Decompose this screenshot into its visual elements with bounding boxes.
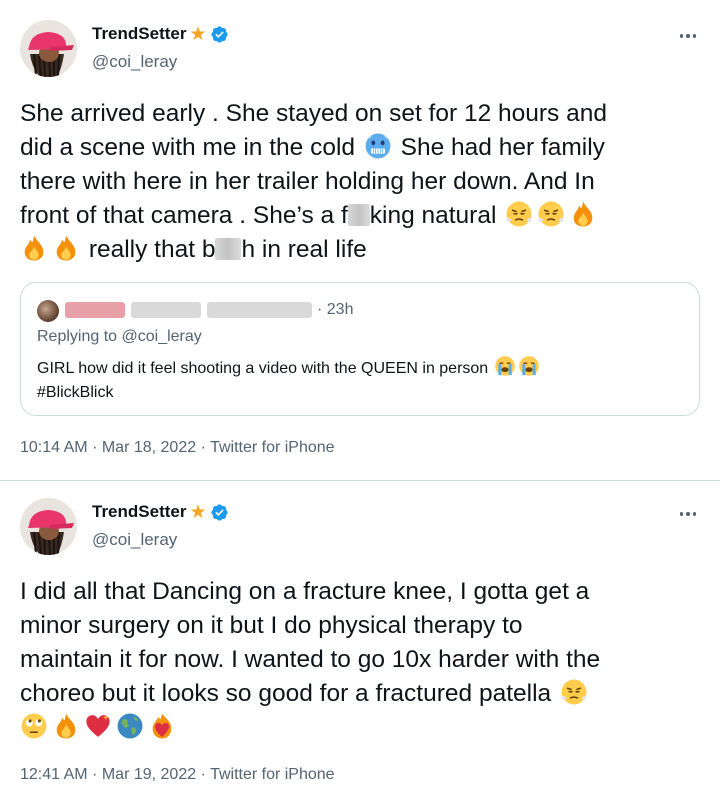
rolling-eyes-emoji-icon xyxy=(20,712,48,740)
text-line: I did all that Dancing on a fracture kne… xyxy=(20,578,590,605)
quoted-author-blurred xyxy=(65,299,315,321)
text-line: maintain it for now. I wanted to go 10x … xyxy=(20,646,601,673)
replying-to: Replying to @coi_leray xyxy=(37,328,202,346)
quoted-time: · 23h xyxy=(317,301,354,318)
text-segment: choreo but it looks so good for a fractu… xyxy=(20,680,552,707)
name-row: TrendSetter ★ xyxy=(92,502,229,522)
verified-badge-icon xyxy=(210,25,229,44)
triumph-face-emoji-icon xyxy=(560,678,588,706)
tweet-source-link[interactable]: Twitter for iPhone xyxy=(210,766,335,783)
star-icon: ★ xyxy=(189,501,207,523)
quoted-text: GIRL how did it feel shooting a video wi… xyxy=(37,355,677,405)
text-line: front of that camera . She’s a f king nat… xyxy=(20,199,705,233)
text-line: choreo but it looks so good for a fractu… xyxy=(20,677,705,711)
display-name[interactable]: TrendSetter xyxy=(92,24,186,44)
tweet[interactable]: TrendSetter ★ @coi_leray She arrived ear… xyxy=(0,0,720,481)
loudly-crying-face-emoji-icon xyxy=(518,355,540,377)
censor-blur xyxy=(347,204,370,226)
fire-emoji-icon xyxy=(20,234,48,262)
separator: · xyxy=(92,439,98,456)
text-segment: king natural xyxy=(369,202,497,229)
more-options-icon[interactable] xyxy=(676,502,700,526)
globe-emoji-icon xyxy=(116,712,144,740)
tweet-text: I did all that Dancing on a fracture kne… xyxy=(20,575,705,745)
triumph-face-emoji-icon xyxy=(505,200,533,228)
tweet-date-link[interactable]: Mar 18, 2022 xyxy=(102,439,196,456)
tweet[interactable]: TrendSetter ★ @coi_leray I did all that … xyxy=(0,482,720,807)
quoted-text-segment: GIRL how did it feel shooting a video wi… xyxy=(37,360,489,377)
separator: · xyxy=(92,766,98,783)
handle[interactable]: @coi_leray xyxy=(92,530,177,550)
fire-emoji-icon xyxy=(52,712,80,740)
loudly-crying-face-emoji-icon xyxy=(494,355,516,377)
tweet-text: She arrived early . She stayed on set fo… xyxy=(20,97,705,267)
more-options-icon[interactable] xyxy=(676,24,700,48)
tweet-time-link[interactable]: 12:41 AM xyxy=(20,766,88,783)
fire-emoji-icon xyxy=(52,234,80,262)
display-name[interactable]: TrendSetter xyxy=(92,502,186,522)
quoted-tweet[interactable]: · 23h Replying to @coi_leray GIRL how di… xyxy=(20,282,700,416)
sparkling-heart-emoji-icon xyxy=(84,712,112,740)
text-line: minor surgery on it but I do physical th… xyxy=(20,612,523,639)
triumph-face-emoji-icon xyxy=(537,200,565,228)
tweet-date-link[interactable]: Mar 19, 2022 xyxy=(102,766,196,783)
separator: · xyxy=(200,439,206,456)
name-row: TrendSetter ★ xyxy=(92,24,229,44)
replying-prefix: Replying to xyxy=(37,328,118,345)
text-segment: She had her family xyxy=(400,134,605,161)
tweet-time-link[interactable]: 10:14 AM xyxy=(20,439,88,456)
handle[interactable]: @coi_leray xyxy=(92,52,177,72)
tweet-meta: 10:14 AM · Mar 18, 2022 · Twitter for iP… xyxy=(20,439,335,457)
text-segment: h in real life xyxy=(241,236,367,263)
text-line: there with here in her trailer holding h… xyxy=(20,168,595,195)
avatar[interactable] xyxy=(20,20,77,77)
cold-face-emoji-icon xyxy=(364,132,392,160)
verified-badge-icon xyxy=(210,503,229,522)
separator: · xyxy=(200,766,206,783)
star-icon: ★ xyxy=(189,23,207,45)
text-segment: did a scene with me in the cold xyxy=(20,134,356,161)
quoted-avatar xyxy=(37,300,59,322)
tweet-meta: 12:41 AM · Mar 19, 2022 · Twitter for iP… xyxy=(20,766,335,784)
text-line: She arrived early . She stayed on set fo… xyxy=(20,100,607,127)
avatar[interactable] xyxy=(20,498,77,555)
text-line: did a scene with me in the cold She had … xyxy=(20,131,705,165)
replying-handle[interactable]: @coi_leray xyxy=(122,328,202,345)
censor-blur xyxy=(215,238,242,260)
quoted-text-line: GIRL how did it feel shooting a video wi… xyxy=(37,355,677,381)
hashtag[interactable]: #BlickBlick xyxy=(37,381,677,405)
text-line xyxy=(20,711,705,745)
heart-on-fire-emoji-icon xyxy=(148,712,176,740)
tweet-source-link[interactable]: Twitter for iPhone xyxy=(210,439,335,456)
text-segment: really that b xyxy=(88,236,216,263)
text-segment: front of that camera . She’s a f xyxy=(20,202,348,229)
fire-emoji-icon xyxy=(569,200,597,228)
text-line: really that b h in real life xyxy=(20,233,705,267)
